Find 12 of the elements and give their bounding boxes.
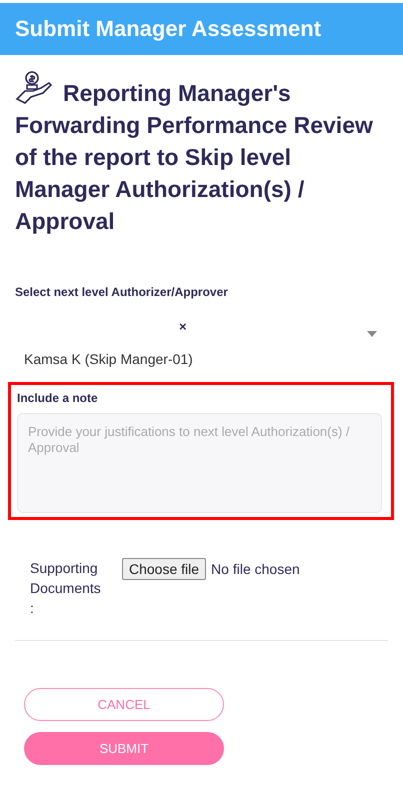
- choose-file-button[interactable]: Choose file: [122, 558, 206, 580]
- clear-icon[interactable]: ×: [179, 319, 187, 334]
- field-label: Include a note: [17, 391, 99, 405]
- section-heading: Reporting Manager's Forwarding Performance Review of the report to Skip level Manager Authorization(s) / Approval: [15, 69, 388, 237]
- field-label: Select next level Authorizer/Approver: [15, 285, 229, 299]
- selected-value: Kamsa K (Skip Manger-01): [24, 351, 193, 367]
- approver-select[interactable]: × Kamsa K (Skip Manger-01): [15, 307, 388, 367]
- page-title: Submit Manager Assessment: [15, 16, 322, 42]
- field-label: Supporting Documents :: [30, 559, 102, 618]
- note-field[interactable]: Provide your justifications to next level Authorization(s) / Approval: [17, 413, 382, 513]
- caret-icon: [367, 331, 377, 337]
- file-status: No file chosen: [211, 561, 300, 577]
